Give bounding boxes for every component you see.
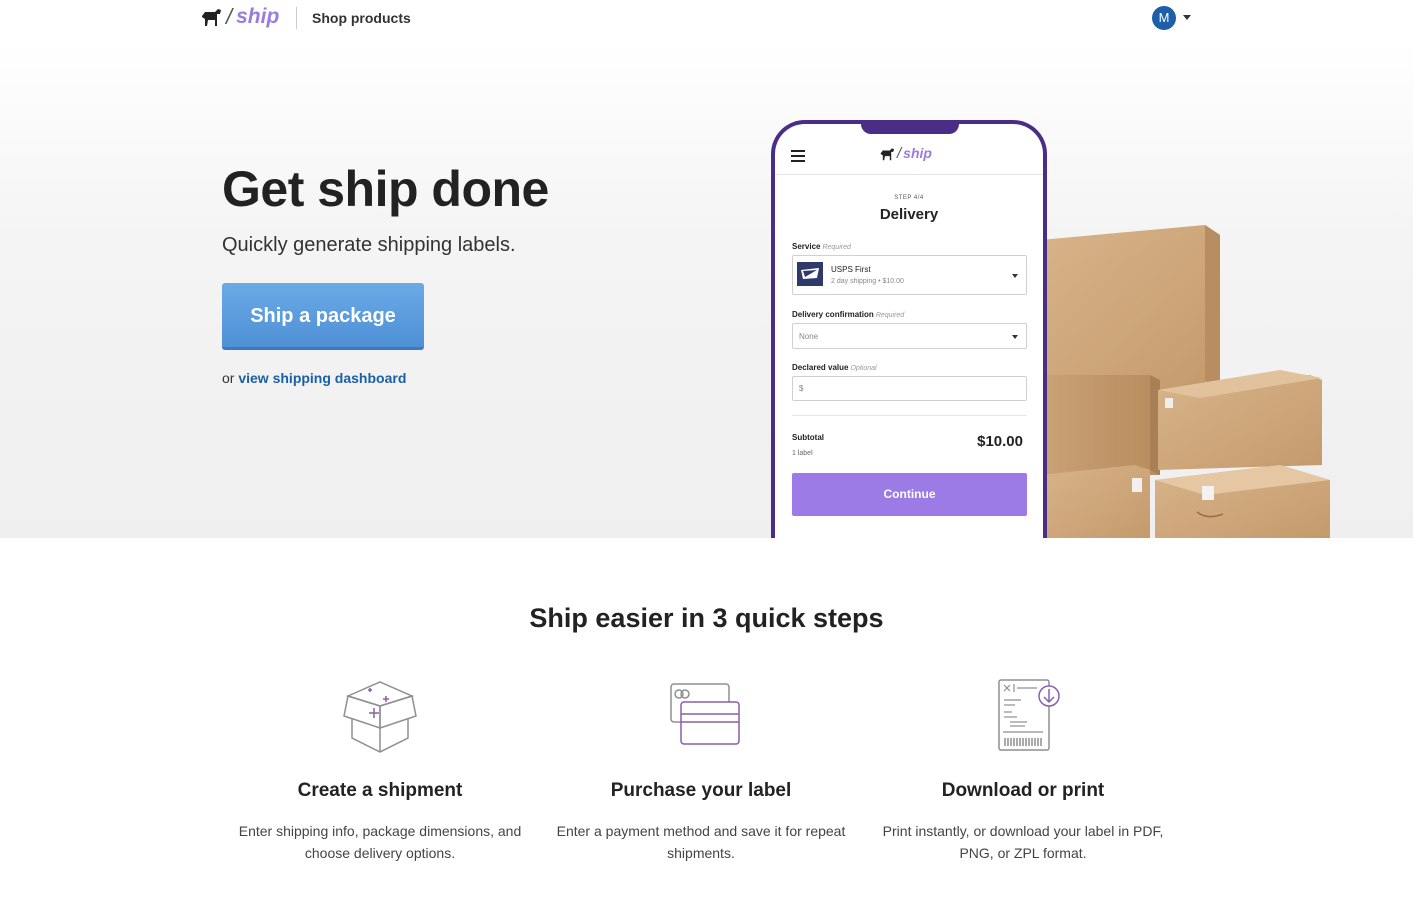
step-description: Enter a payment method and save it for r… (556, 823, 846, 861)
shop-products-link[interactable]: Shop products (312, 10, 411, 26)
declared-placeholder: $ (799, 384, 804, 393)
phone-logo-slash: / (897, 145, 902, 162)
declared-label: Declared value Optional (792, 363, 877, 372)
subtotal-count: 1 label (792, 450, 813, 457)
step-description: Enter shipping info, package dimensions,… (238, 823, 522, 861)
credit-cards-icon (670, 683, 740, 745)
phone-mockup: / ship STEP 4/4 Delivery Service Required… (771, 120, 1047, 538)
label-download-icon (998, 679, 1060, 751)
cardboard-boxes-illustration (1040, 225, 1330, 538)
phone-notch (861, 120, 959, 134)
usps-logo-icon (797, 262, 823, 286)
horse-logo-icon (202, 9, 221, 26)
service-detail: 2 day shipping • $10.00 (831, 278, 904, 285)
top-header: / ship Shop products M (0, 0, 1413, 40)
step-heading: Create a shipment (297, 780, 463, 801)
account-caret-icon[interactable] (1183, 15, 1191, 20)
dashboard-link-line: or view shipping dashboard (222, 370, 406, 386)
step-description: Print instantly, or download your label … (882, 823, 1164, 861)
step-heading: Download or print (941, 780, 1105, 801)
steps-title: Ship easier in 3 quick steps (529, 603, 884, 633)
step-card-purchase: Purchase your label Enter a payment meth… (551, 676, 851, 864)
confirmation-label: Delivery confirmation Required (792, 310, 904, 319)
subtotal-divider (792, 415, 1027, 416)
confirmation-hint: Required (875, 312, 905, 319)
subtotal-amount: $10.00 (977, 433, 1023, 450)
confirmation-label-text: Delivery confirmation (792, 310, 874, 319)
header-divider (296, 7, 297, 29)
service-label-text: Service (792, 242, 821, 251)
service-hint: Required (822, 244, 851, 251)
declared-label-text: Declared value (792, 363, 849, 372)
step-card-create: Create a shipment Enter shipping info, p… (230, 676, 530, 864)
confirmation-value: None (799, 332, 819, 341)
ship-package-button[interactable]: Ship a package (222, 283, 424, 350)
service-label: Service Required (792, 242, 851, 251)
confirmation-select[interactable]: None (792, 323, 1027, 349)
continue-button[interactable]: Continue (792, 473, 1027, 516)
phone-logo: / ship (879, 146, 932, 161)
step-heading: Purchase your label (610, 780, 792, 801)
hero-section: Get ship done Quickly generate shipping … (0, 40, 1413, 538)
phone-horse-logo-icon (880, 147, 894, 160)
service-caret-icon (1012, 274, 1018, 278)
service-name: USPS First (831, 265, 871, 274)
open-box-icon (343, 681, 417, 753)
user-avatar[interactable]: M (1152, 6, 1176, 30)
hero-title: Get ship done (222, 161, 549, 217)
hamburger-menu-icon[interactable] (791, 150, 805, 162)
view-dashboard-link[interactable]: view shipping dashboard (238, 370, 406, 386)
phone-header-divider (775, 174, 1043, 175)
ship-logo[interactable]: / ship (200, 6, 279, 28)
delivery-title: Delivery (879, 206, 939, 223)
declared-value-input[interactable]: $ (792, 376, 1027, 401)
hero-subtitle: Quickly generate shipping labels. (222, 234, 516, 256)
or-text: or (222, 370, 235, 386)
phone-logo-wordmark: ship (903, 145, 932, 161)
step-indicator: STEP 4/4 (894, 195, 924, 201)
service-select[interactable]: USPS First 2 day shipping • $10.00 (792, 255, 1027, 295)
logo-slash: / (226, 4, 233, 29)
logo-wordmark: ship (236, 5, 280, 28)
step-card-download: Download or print Print instantly, or do… (873, 676, 1173, 864)
declared-hint: Optional (850, 365, 877, 372)
confirmation-caret-icon (1012, 335, 1018, 339)
subtotal-label: Subtotal (792, 433, 824, 442)
